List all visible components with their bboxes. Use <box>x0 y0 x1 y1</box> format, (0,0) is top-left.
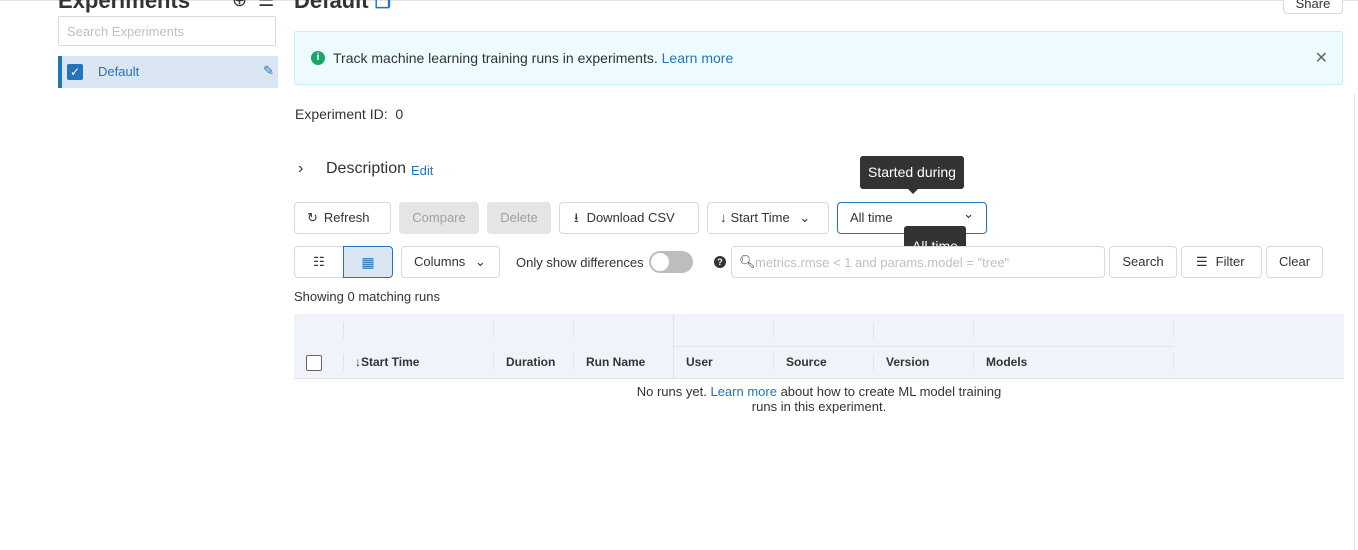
download-csv-button[interactable]: ⭳ Download CSV <box>559 202 699 234</box>
description-title: Description <box>326 160 407 177</box>
table-view-button[interactable]: ▦ <box>343 246 393 278</box>
column-separator <box>773 354 774 370</box>
empty-runs-message: No runs yet. Learn more about how to cre… <box>636 384 1002 414</box>
search-button[interactable]: Search <box>1109 246 1177 278</box>
column-header-user[interactable]: User <box>686 355 713 369</box>
add-experiment-icon[interactable]: ⊕ <box>232 0 247 10</box>
search-icon: 🔍︎ <box>739 254 756 269</box>
sidebar-icons: ⊕ ☰ <box>232 0 274 11</box>
top-border <box>0 0 1358 1</box>
menu-icon[interactable]: ☰ <box>258 0 274 10</box>
clear-button[interactable]: Clear <box>1266 246 1323 278</box>
column-header-run-name[interactable]: Run Name <box>586 355 645 369</box>
column-separator <box>773 322 774 338</box>
pencil-icon[interactable]: ✎ <box>263 63 274 79</box>
sidebar-title: Experiments <box>58 0 191 13</box>
help-icon[interactable]: ? <box>714 256 726 268</box>
description-edit-link[interactable]: Edit <box>411 163 433 178</box>
banner-learn-more-link[interactable]: Learn more <box>662 50 734 66</box>
experiment-checkbox[interactable]: ✓ <box>67 64 83 80</box>
column-group-divider <box>674 346 1174 347</box>
info-banner: i Track machine learning training runs i… <box>294 31 1343 85</box>
column-header-version[interactable]: Version <box>886 355 929 369</box>
delete-button[interactable]: Delete <box>487 202 551 234</box>
column-separator <box>673 314 674 378</box>
sidebar-item-default[interactable]: ✓ Default ✎ <box>58 56 278 88</box>
column-separator <box>573 322 574 338</box>
column-separator <box>973 354 974 370</box>
list-view-button[interactable]: ☷ <box>294 246 344 278</box>
columns-button[interactable]: Columns ⌄ <box>401 246 500 278</box>
column-header-start-time[interactable]: ↓Start Time <box>355 355 419 369</box>
column-header-models[interactable]: Models <box>986 355 1027 369</box>
select-all-checkbox[interactable] <box>306 355 322 371</box>
column-separator <box>493 354 494 370</box>
column-separator <box>573 354 574 370</box>
column-separator <box>1173 354 1174 370</box>
banner-text: Track machine learning training runs in … <box>333 50 734 66</box>
share-button[interactable]: Share <box>1283 0 1343 14</box>
chevron-down-icon: ⌄ <box>474 254 486 269</box>
column-separator <box>973 322 974 338</box>
empty-learn-more-link[interactable]: Learn more <box>710 384 776 399</box>
matching-runs-count: Showing 0 matching runs <box>294 289 440 304</box>
filter-icon: ☰ <box>1196 254 1208 269</box>
column-separator <box>873 354 874 370</box>
search-runs-input[interactable]: 🔍︎ metrics.rmse < 1 and params.model = "… <box>731 246 1105 278</box>
column-separator <box>343 322 344 338</box>
column-header-duration[interactable]: Duration <box>506 355 555 369</box>
chevron-down-icon: ⌄ <box>799 210 811 225</box>
column-separator <box>343 354 344 370</box>
tooltip-started-during: Started during <box>860 156 964 189</box>
only-differences-toggle[interactable] <box>649 251 693 273</box>
tooltip-arrow <box>907 188 919 194</box>
search-placeholder: metrics.rmse < 1 and params.model = "tre… <box>755 255 1010 270</box>
column-separator <box>873 322 874 338</box>
close-icon[interactable]: ✕ <box>1315 48 1328 68</box>
page-title: Default ❐ <box>294 0 391 14</box>
scroll-edge <box>1354 94 1355 550</box>
download-icon: ⭳ <box>574 210 579 225</box>
toggle-knob <box>651 253 669 271</box>
table-header-border <box>294 378 1344 379</box>
sort-select[interactable]: ↓ Start Time ⌄ <box>707 202 829 234</box>
copy-icon[interactable]: ❐ <box>375 0 391 12</box>
filter-button[interactable]: ☰ Filter <box>1181 246 1262 278</box>
refresh-button[interactable]: ↻ Refresh <box>294 202 391 234</box>
info-icon: i <box>311 51 325 65</box>
compare-button[interactable]: Compare <box>399 202 479 234</box>
only-show-differences-label: Only show differences <box>516 255 644 270</box>
chevron-right-icon[interactable]: › <box>298 160 303 178</box>
column-separator <box>1173 322 1174 338</box>
column-header-source[interactable]: Source <box>786 355 827 369</box>
column-separator <box>493 322 494 338</box>
arrow-down-icon: ↓ <box>720 210 727 225</box>
experiment-id: Experiment ID: 0 <box>295 106 404 122</box>
chevron-down-icon: ⌄ <box>963 206 974 221</box>
list-icon: ☷ <box>313 254 325 269</box>
refresh-icon: ↻ <box>307 210 318 225</box>
search-experiments-input[interactable]: Search Experiments <box>58 16 276 46</box>
experiment-name: Default <box>98 64 140 79</box>
grid-icon: ▦ <box>361 254 375 270</box>
